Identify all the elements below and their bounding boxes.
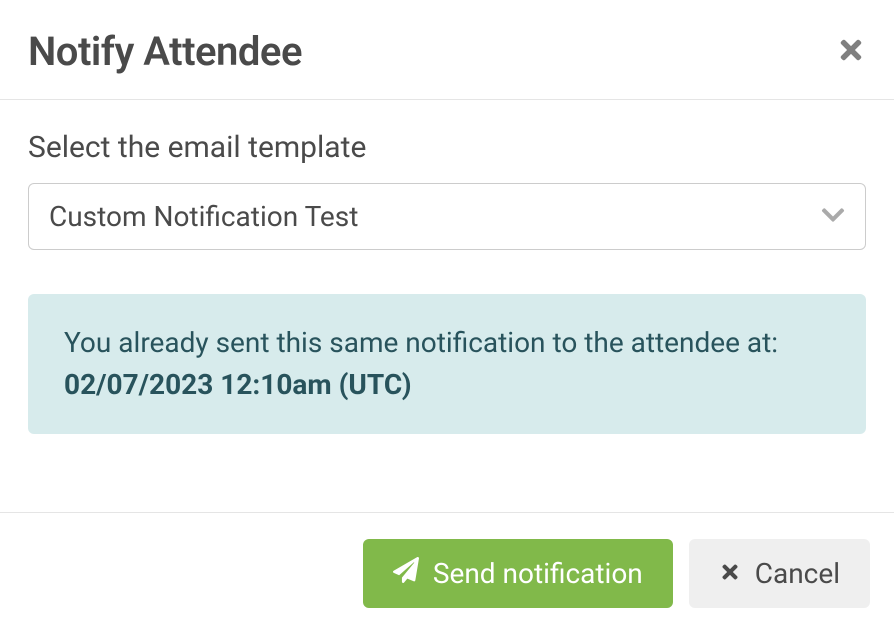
template-field-label: Select the email template — [28, 130, 866, 165]
notify-attendee-modal: Notify Attendee Select the email templat… — [0, 0, 894, 634]
template-select-wrapper: Custom Notification Test — [28, 183, 866, 250]
already-sent-info: You already sent this same notification … — [28, 294, 866, 434]
modal-title: Notify Attendee — [28, 28, 302, 75]
modal-header: Notify Attendee — [0, 0, 894, 100]
close-icon — [836, 35, 866, 69]
send-button-label: Send notification — [433, 557, 643, 590]
cancel-button[interactable]: Cancel — [689, 539, 870, 608]
info-message-prefix: You already sent this same notification … — [64, 326, 778, 359]
info-timestamp: 02/07/2023 12:10am (UTC) — [64, 368, 412, 401]
paper-plane-icon — [393, 557, 419, 590]
cancel-button-label: Cancel — [755, 557, 840, 590]
template-select[interactable]: Custom Notification Test — [28, 183, 866, 250]
times-icon — [719, 557, 741, 590]
close-button[interactable] — [836, 35, 866, 69]
modal-body: Select the email template Custom Notific… — [0, 100, 894, 512]
send-notification-button[interactable]: Send notification — [363, 539, 673, 608]
modal-footer: Send notification Cancel — [0, 512, 894, 634]
